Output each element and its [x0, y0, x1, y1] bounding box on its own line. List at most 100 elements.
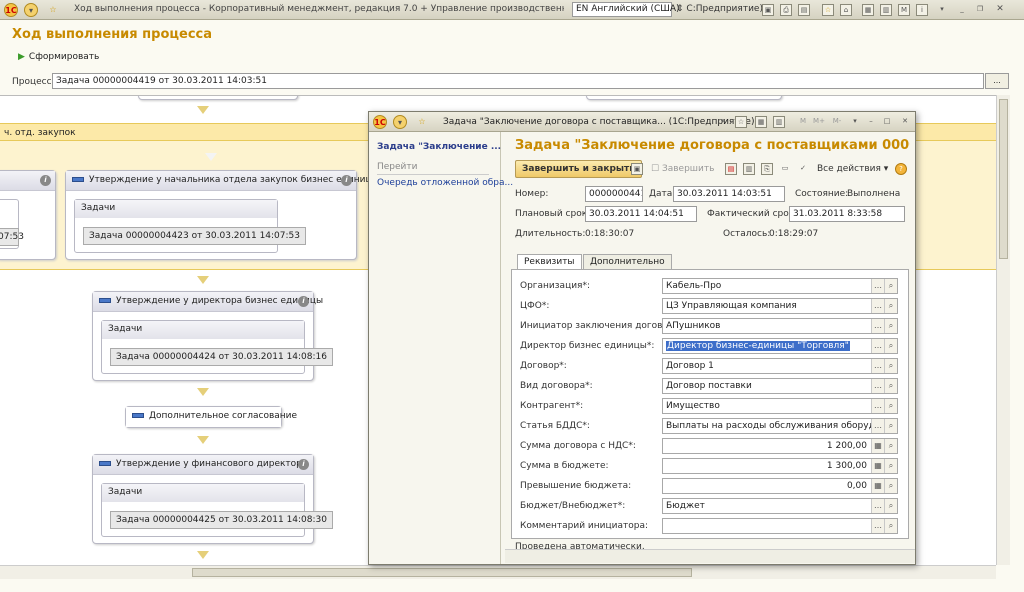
search-icon[interactable]: ⌕ — [884, 299, 897, 313]
node-additional-approval[interactable]: Дополнительное согласование — [125, 406, 297, 428]
info-icon[interactable]: i — [916, 4, 928, 16]
task-link[interactable]: Задача 00000004423 от 30.03.2011 14:07:5… — [83, 227, 306, 245]
finish-button[interactable]: ☐ Завершить — [651, 164, 714, 174]
ellipsis-icon[interactable]: … — [871, 419, 884, 433]
sidebar-title[interactable]: Задача "Заключение ... — [377, 142, 501, 152]
info-icon[interactable]: i — [341, 175, 352, 186]
finish-close-button[interactable]: Завершить и закрыть — [515, 160, 642, 178]
cashflow-item-field[interactable]: Выплаты на расходы обслуживания оборудов… — [662, 418, 898, 434]
document-icon[interactable]: ▤ — [725, 163, 737, 175]
link-icon[interactable]: ⚭ — [717, 116, 729, 128]
search-icon[interactable]: ⌕ — [884, 379, 897, 393]
memory-icon[interactable]: M — [898, 4, 910, 16]
minus-icon[interactable]: ▭ — [779, 163, 791, 175]
budget-type-field[interactable]: Бюджет … ⌕ — [662, 498, 898, 514]
comment-field[interactable]: … ⌕ — [662, 518, 898, 534]
generate-button[interactable]: ▶ Сформировать — [18, 52, 99, 62]
fact-field[interactable]: 31.03.2011 8:33:58 — [789, 206, 905, 222]
contract-field[interactable]: Договор 1 … ⌕ — [662, 358, 898, 374]
budget-excess-field[interactable]: 0,00 ▦ ⌕ — [662, 478, 898, 494]
calculator-icon[interactable]: ▦ — [871, 479, 884, 493]
search-icon[interactable]: ⌕ — [884, 399, 897, 413]
process-input[interactable]: Задача 00000004419 от 30.03.2011 14:03:5… — [52, 73, 984, 89]
node-left[interactable]: i :07:53 — [0, 170, 56, 260]
memory-plus-icon[interactable]: M+ — [813, 116, 825, 128]
calculator-icon[interactable]: ▦ — [871, 439, 884, 453]
organization-field[interactable]: Кабель-Про … ⌕ — [662, 278, 898, 294]
save-icon[interactable]: ▣ — [631, 163, 643, 175]
horizontal-scrollbar[interactable] — [0, 565, 996, 579]
dialog-menu-icon[interactable]: ▾ — [393, 115, 407, 129]
save-icon[interactable]: ▣ — [762, 4, 774, 16]
minimize-icon[interactable]: _ — [956, 4, 968, 16]
search-icon[interactable]: ⌕ — [884, 339, 897, 353]
search-icon[interactable]: ⌕ — [884, 319, 897, 333]
star-icon[interactable]: ☆ — [735, 116, 747, 128]
node-left-task[interactable]: :07:53 — [0, 228, 24, 246]
calendar-icon[interactable]: ▦ — [862, 4, 874, 16]
calculator-icon[interactable]: ▦ — [871, 459, 884, 473]
search-icon[interactable]: ⌕ — [884, 519, 897, 533]
search-icon[interactable]: ⌕ — [884, 279, 897, 293]
search-icon[interactable]: ⌕ — [884, 459, 897, 473]
ellipsis-icon[interactable]: … — [871, 519, 884, 533]
tab-additional[interactable]: Дополнительно — [583, 254, 672, 270]
language-indicator[interactable]: EN Английский (США) — [572, 2, 680, 17]
dialog-horizontal-scrollbar[interactable] — [505, 549, 915, 563]
close-icon[interactable]: ✕ — [994, 4, 1006, 16]
print-icon[interactable]: ⎙ — [780, 4, 792, 16]
search-icon[interactable]: ⌕ — [884, 419, 897, 433]
calendar-icon[interactable]: ▦ — [755, 116, 767, 128]
app-logo-icon[interactable]: 1С — [4, 3, 18, 17]
dialog-star-icon[interactable]: ☆ — [415, 115, 429, 129]
ellipsis-icon[interactable]: … — [871, 499, 884, 513]
memory-icon[interactable]: M — [797, 116, 809, 128]
search-icon[interactable]: ⌕ — [884, 499, 897, 513]
memory-minus-icon[interactable]: M- — [831, 116, 843, 128]
vertical-scrollbar[interactable] — [996, 95, 1010, 565]
copy-icon[interactable]: ⎘ — [761, 163, 773, 175]
info-icon[interactable]: i — [298, 459, 309, 470]
ellipsis-icon[interactable]: … — [871, 279, 884, 293]
search-icon[interactable]: ⌕ — [884, 479, 897, 493]
node-top-stub[interactable] — [138, 96, 298, 100]
minimize-icon[interactable]: – — [865, 116, 877, 128]
director-field[interactable]: Директор бизнес-единицы "Торговля" … ⌕ — [662, 338, 898, 354]
node-purchase-head-approval[interactable]: Утверждение у начальника отдела закупок … — [65, 170, 379, 260]
node-director-approval[interactable]: Утверждение у директора бизнес единицы i … — [92, 291, 333, 381]
number-field[interactable]: 00000004419 — [585, 186, 643, 202]
node-cfo-approval[interactable]: Утверждение у финансового директора i Зад… — [92, 454, 333, 544]
info-icon[interactable]: i — [298, 296, 309, 307]
calculator-icon[interactable]: ▥ — [880, 4, 892, 16]
all-actions-menu[interactable]: Все действия ▾ — [817, 164, 888, 174]
dropdown-icon[interactable]: ▾ — [936, 4, 948, 16]
date-field[interactable]: 30.03.2011 14:03:51 — [673, 186, 785, 202]
preview-icon[interactable]: ▤ — [798, 4, 810, 16]
ellipsis-icon[interactable]: … — [871, 379, 884, 393]
plan-field[interactable]: 30.03.2011 14:04:51 — [585, 206, 697, 222]
search-icon[interactable]: ⌕ — [884, 359, 897, 373]
cfo-field[interactable]: ЦЗ Управляющая компания … ⌕ — [662, 298, 898, 314]
task-link[interactable]: Задача 00000004425 от 30.03.2011 14:08:3… — [110, 511, 333, 529]
scroll-thumb[interactable] — [192, 568, 692, 577]
sidebar-item-queue[interactable]: Очередь отложенной обра... — [377, 178, 513, 188]
dropdown-icon[interactable]: ▾ — [849, 116, 861, 128]
contract-type-field[interactable]: Договор поставки … ⌕ — [662, 378, 898, 394]
ellipsis-icon[interactable]: … — [871, 299, 884, 313]
star-icon[interactable]: ☆ — [822, 4, 834, 16]
ellipsis-icon[interactable]: … — [871, 339, 884, 353]
contract-amount-field[interactable]: 1 200,00 ▦ ⌕ — [662, 438, 898, 454]
close-icon[interactable]: ✕ — [899, 116, 911, 128]
info-icon[interactable]: i — [40, 175, 51, 186]
ellipsis-icon[interactable]: … — [871, 399, 884, 413]
favorites-star-icon[interactable]: ☆ — [46, 3, 60, 17]
check-icon[interactable]: ✓ — [797, 163, 809, 175]
node-top-stub-right[interactable] — [586, 96, 782, 100]
dialog-logo-icon[interactable]: 1С — [373, 115, 387, 129]
ellipsis-icon[interactable]: … — [871, 319, 884, 333]
help-icon[interactable]: ? — [895, 163, 907, 175]
calculator-icon[interactable]: ▥ — [773, 116, 785, 128]
scroll-thumb[interactable] — [999, 99, 1008, 259]
restore-icon[interactable]: ❐ — [974, 4, 986, 16]
counterparty-field[interactable]: Имущество … ⌕ — [662, 398, 898, 414]
